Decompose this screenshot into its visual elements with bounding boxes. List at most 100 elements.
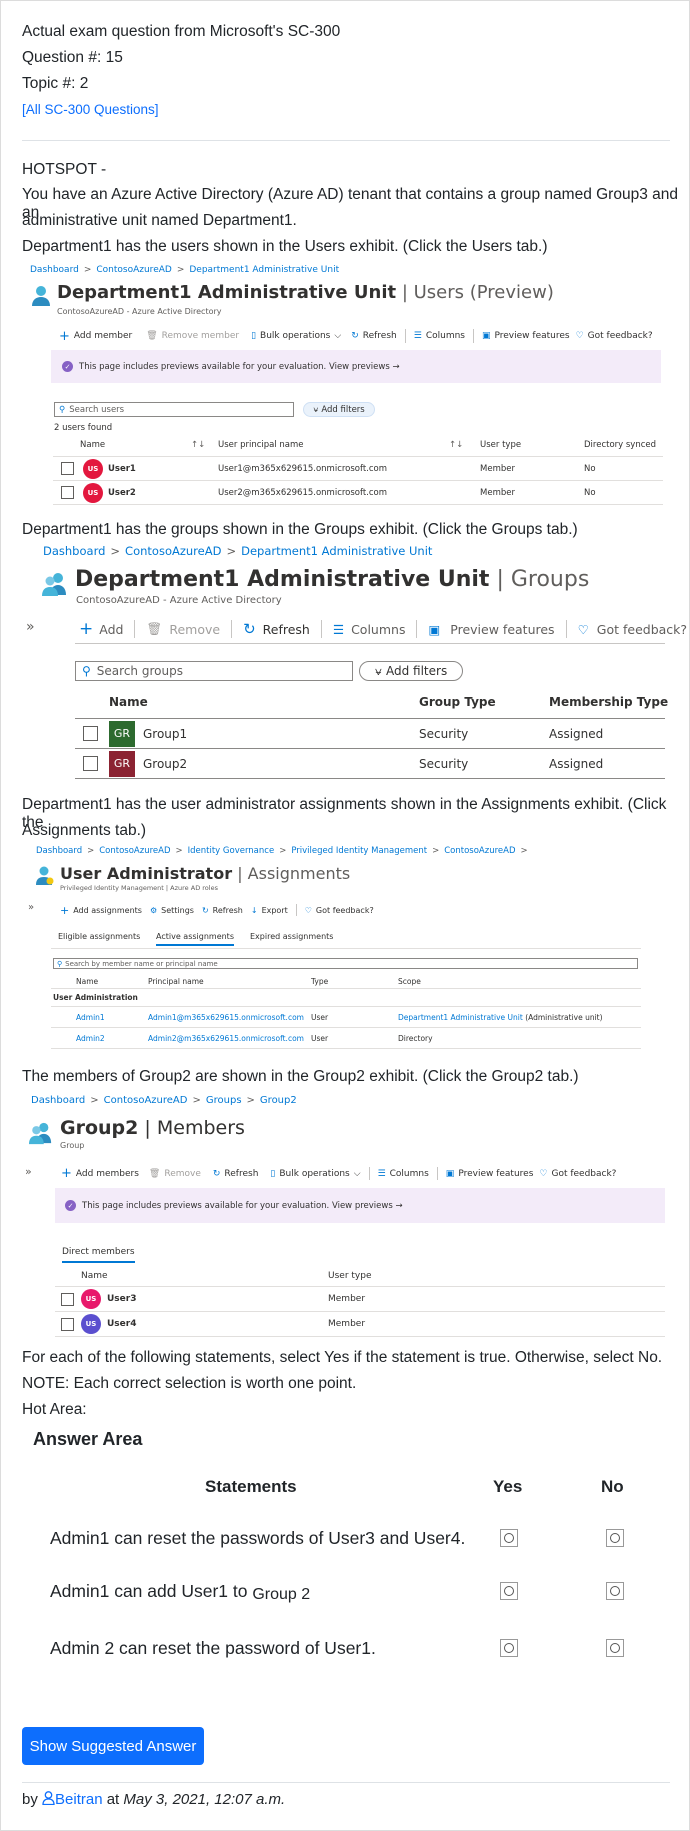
user-name[interactable]: User2 <box>108 488 136 498</box>
add-members-button[interactable]: + Add members <box>61 1166 139 1181</box>
table-row[interactable]: US User4 Member <box>55 1312 665 1337</box>
col-user-type[interactable]: User type <box>328 1271 371 1281</box>
show-suggested-answer-button[interactable]: Show Suggested Answer <box>22 1727 204 1765</box>
add-button[interactable]: + Add <box>79 619 123 639</box>
all-questions-link[interactable]: [All SC-300 Questions] <box>22 102 159 118</box>
col-name[interactable]: Name <box>109 695 148 709</box>
sort-icon[interactable]: ↑↓ <box>191 440 205 450</box>
columns-button[interactable]: ☰ Columns <box>333 622 406 637</box>
table-row[interactable]: GR Group2 Security Assigned <box>75 749 665 779</box>
row-checkbox[interactable] <box>61 462 74 475</box>
col-membership-type[interactable]: Membership Type <box>549 695 668 709</box>
no-radio-3[interactable] <box>606 1639 624 1657</box>
assignee-name[interactable]: Admin1 <box>76 1013 105 1022</box>
principal-name[interactable]: Admin1@m365x629615.onmicrosoft.com <box>148 1013 304 1022</box>
breadcrumb-item[interactable]: ContosoAzureAD <box>99 846 170 856</box>
columns-button[interactable]: ☰ Columns <box>414 331 465 341</box>
col-principal-name[interactable]: Principal name <box>148 977 204 986</box>
add-assignments-button[interactable]: + Add assignments <box>60 904 142 917</box>
principal-name[interactable]: Admin2@m365x629615.onmicrosoft.com <box>148 1034 304 1043</box>
tab-eligible[interactable]: Eligible assignments <box>58 932 140 941</box>
row-checkbox[interactable] <box>83 756 98 771</box>
author-link[interactable]: Beitran <box>42 1791 103 1808</box>
refresh-button[interactable]: ↻ Refresh <box>351 331 397 341</box>
expand-icon[interactable]: » <box>26 619 35 635</box>
tab-direct-members[interactable]: Direct members <box>62 1247 135 1263</box>
group-name[interactable]: Group2 <box>143 757 187 771</box>
yes-radio-3[interactable] <box>500 1639 518 1657</box>
group-name[interactable]: Group1 <box>143 727 187 741</box>
breadcrumb-item[interactable]: Groups <box>206 1095 242 1106</box>
expand-icon[interactable]: » <box>28 902 34 913</box>
columns-button[interactable]: ☰ Columns <box>378 1169 429 1179</box>
table-row[interactable]: US User1 User1@m365x629615.onmicrosoft.c… <box>53 457 663 481</box>
breadcrumb-item[interactable]: Group2 <box>260 1095 297 1106</box>
col-name[interactable]: Name <box>76 977 98 986</box>
bulk-operations-button[interactable]: ▯ Bulk operations ⌵ <box>251 331 341 341</box>
member-name[interactable]: User3 <box>107 1294 136 1304</box>
breadcrumb-item[interactable]: ContosoAzureAD <box>96 265 171 275</box>
breadcrumb-item[interactable]: Privileged Identity Management <box>291 846 427 856</box>
col-upn[interactable]: User principal name <box>218 440 304 450</box>
breadcrumb-item[interactable]: ContosoAzureAD <box>125 544 221 558</box>
breadcrumb-item[interactable]: Dashboard <box>30 265 79 275</box>
yes-radio-1[interactable] <box>500 1529 518 1547</box>
no-radio-2[interactable] <box>606 1582 624 1600</box>
refresh-button[interactable]: ↻ Refresh <box>213 1169 259 1179</box>
preview-features-button[interactable]: ▣ Preview features <box>482 331 570 341</box>
export-button[interactable]: ↓ Export <box>251 906 288 915</box>
table-row[interactable]: GR Group1 Security Assigned <box>75 719 665 749</box>
feedback-button[interactable]: ♡ Got feedback? <box>539 1169 616 1179</box>
refresh-button[interactable]: ↻ Refresh <box>243 620 310 638</box>
yes-radio-2[interactable] <box>500 1582 518 1600</box>
add-filters-button[interactable]: ⍱ Add filters <box>303 402 375 417</box>
feedback-button[interactable]: ♡ Got feedback? <box>305 906 374 915</box>
preview-features-button[interactable]: ▣ Preview features <box>428 622 554 637</box>
col-user-type[interactable]: User type <box>480 440 521 450</box>
row-checkbox[interactable] <box>61 1292 74 1306</box>
tab-active[interactable]: Active assignments <box>156 932 234 946</box>
remove-button[interactable]: 🗑 Remove <box>149 1169 201 1179</box>
expand-icon[interactable]: » <box>25 1165 32 1178</box>
user-name[interactable]: User1 <box>108 464 136 474</box>
tab-expired[interactable]: Expired assignments <box>250 932 333 941</box>
row-checkbox[interactable] <box>61 1317 74 1331</box>
breadcrumb-item[interactable]: Dashboard <box>43 544 105 558</box>
col-type[interactable]: Type <box>311 977 328 986</box>
breadcrumb-item[interactable]: ContosoAzureAD <box>444 846 515 856</box>
breadcrumb-item[interactable]: Department1 Administrative Unit <box>241 544 432 558</box>
col-group-type[interactable]: Group Type <box>419 695 496 709</box>
table-row[interactable]: Admin2 Admin2@m365x629615.onmicrosoft.co… <box>51 1028 641 1049</box>
row-checkbox[interactable] <box>83 726 98 741</box>
search-input[interactable]: ⚲ Search users <box>54 402 294 417</box>
sort-icon[interactable]: ↑↓ <box>449 440 463 450</box>
table-row[interactable]: US User2 User2@m365x629615.onmicrosoft.c… <box>53 481 663 505</box>
bulk-operations-button[interactable]: ▯ Bulk operations ⌵ <box>270 1169 360 1179</box>
add-filters-button[interactable]: ⍱ Add filters <box>359 661 463 681</box>
add-member-button[interactable]: + Add member <box>59 329 132 344</box>
breadcrumb-item[interactable]: Identity Governance <box>188 846 275 856</box>
assignee-name[interactable]: Admin2 <box>76 1034 105 1043</box>
settings-button[interactable]: ⚙ Settings <box>150 906 194 915</box>
member-name[interactable]: User4 <box>107 1319 136 1329</box>
feedback-button[interactable]: ♡ Got feedback? <box>576 331 653 341</box>
breadcrumb-item[interactable]: ContosoAzureAD <box>104 1095 188 1106</box>
search-input[interactable]: ⚲ Search by member name or principal name <box>53 958 638 969</box>
preview-features-button[interactable]: ▣ Preview features <box>446 1169 534 1179</box>
feedback-button[interactable]: ♡ Got feedback? <box>578 622 687 637</box>
breadcrumb-item[interactable]: Dashboard <box>36 846 82 856</box>
breadcrumb-item[interactable]: Dashboard <box>31 1095 85 1106</box>
search-input[interactable]: ⚲ Search groups <box>75 661 353 681</box>
col-scope[interactable]: Scope <box>398 977 421 986</box>
col-name[interactable]: Name <box>81 1271 108 1281</box>
remove-button[interactable]: 🗑 Remove <box>146 621 220 637</box>
remove-member-button[interactable]: 🗑 Remove member <box>146 331 239 341</box>
breadcrumb-item[interactable]: Department1 Administrative Unit <box>189 265 339 275</box>
row-checkbox[interactable] <box>61 486 74 499</box>
col-directory-synced[interactable]: Directory synced <box>584 440 656 450</box>
col-name[interactable]: Name <box>80 440 105 450</box>
table-row[interactable]: Admin1 Admin1@m365x629615.onmicrosoft.co… <box>51 1007 641 1028</box>
no-radio-1[interactable] <box>606 1529 624 1547</box>
table-row[interactable]: US User3 Member <box>55 1287 665 1312</box>
refresh-button[interactable]: ↻ Refresh <box>202 906 243 915</box>
